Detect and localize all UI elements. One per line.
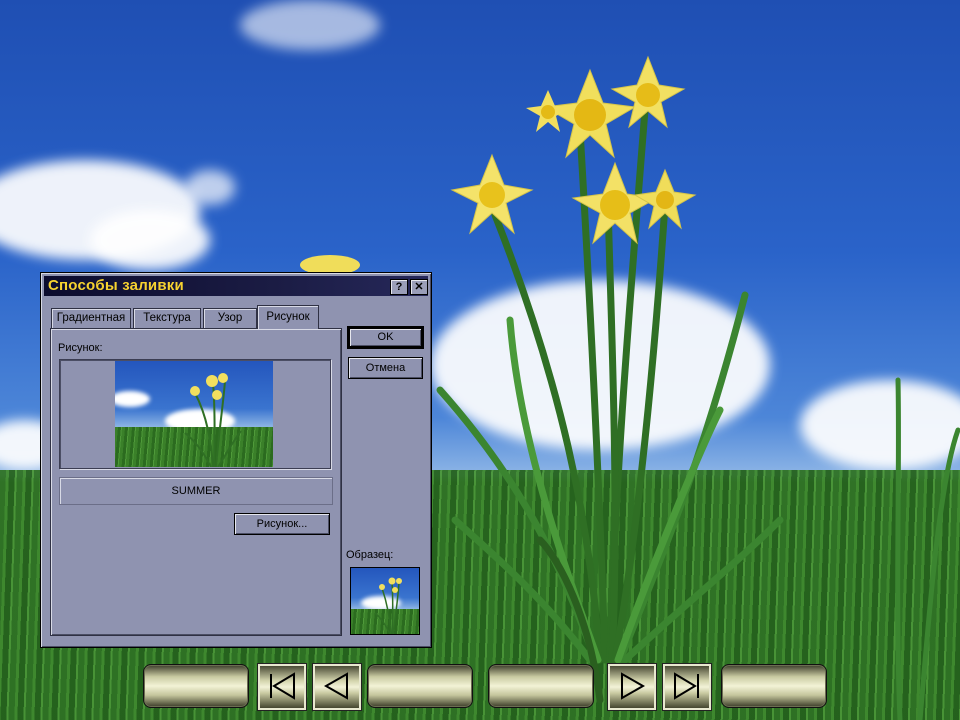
first-slide-icon xyxy=(270,672,295,700)
tab-texture[interactable]: Текстура xyxy=(133,308,201,328)
cancel-button[interactable]: Отмена xyxy=(348,357,423,379)
sample-preview xyxy=(350,567,420,635)
nav-blank-button-4[interactable] xyxy=(721,664,827,708)
nav-next-button[interactable] xyxy=(608,664,656,710)
picture-label: Рисунок: xyxy=(58,342,103,354)
help-button[interactable]: ? xyxy=(390,279,408,295)
picture-preview xyxy=(59,359,331,469)
ok-button[interactable]: OK xyxy=(347,326,424,349)
next-slide-icon xyxy=(621,672,646,700)
last-slide-icon xyxy=(674,672,699,700)
sample-label: Образец: xyxy=(346,549,394,561)
tab-gradient[interactable]: Градиентная xyxy=(51,308,131,328)
fill-effects-dialog: Способы заливки ? ✕ Градиентная Текстура… xyxy=(40,272,432,648)
nav-prev-button[interactable] xyxy=(313,664,361,710)
nav-blank-button-2[interactable] xyxy=(367,664,473,708)
nav-first-button[interactable] xyxy=(258,664,306,710)
select-picture-button[interactable]: Рисунок... xyxy=(234,513,330,535)
picture-tab-panel: Рисунок: SUMMER Рисунок... xyxy=(50,328,342,636)
close-button[interactable]: ✕ xyxy=(410,279,428,295)
nav-blank-button-1[interactable] xyxy=(143,664,249,708)
tab-pattern[interactable]: Узор xyxy=(203,308,257,328)
dialog-title: Способы заливки xyxy=(48,277,184,294)
dialog-titlebar[interactable]: Способы заливки ? ✕ xyxy=(44,276,428,296)
picture-name-field: SUMMER xyxy=(59,477,333,505)
nav-blank-button-3[interactable] xyxy=(488,664,594,708)
tab-picture[interactable]: Рисунок xyxy=(257,305,319,329)
picture-thumbnail xyxy=(115,361,273,467)
daffodil-flowers xyxy=(300,55,697,275)
previous-slide-icon xyxy=(323,672,348,700)
nav-last-button[interactable] xyxy=(663,664,711,710)
